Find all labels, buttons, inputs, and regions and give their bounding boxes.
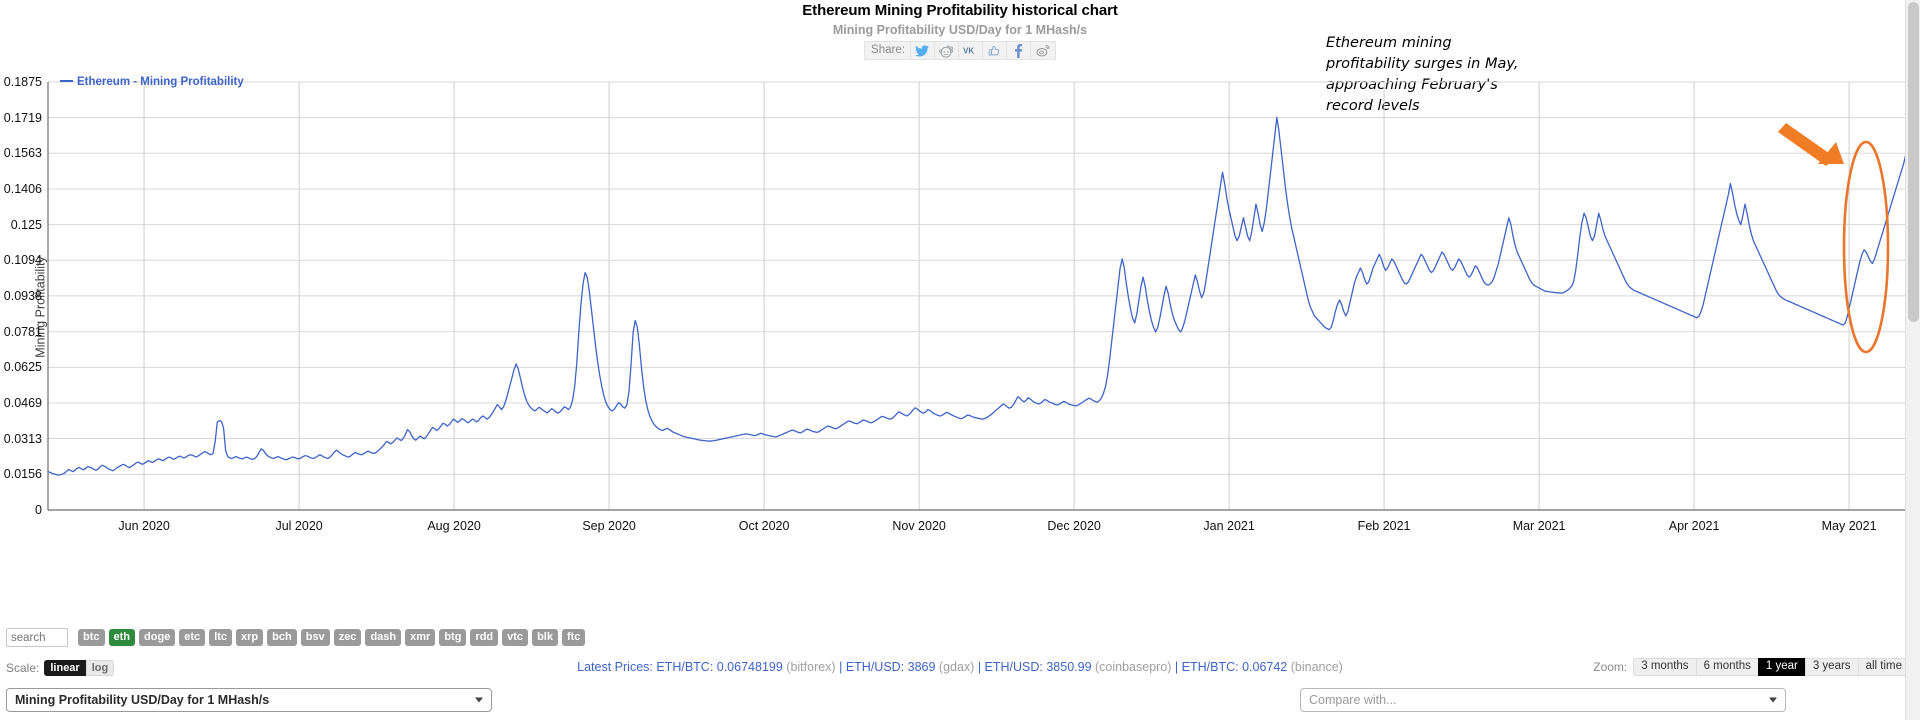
chevron-down-icon xyxy=(475,697,483,703)
chart-canvas xyxy=(47,81,1909,511)
coin-tag-bch[interactable]: bch xyxy=(267,629,297,646)
metric-select[interactable]: Mining Profitability USD/Day for 1 MHash… xyxy=(6,688,492,712)
legend-swatch xyxy=(60,79,73,82)
x-axis-tick: Jan 2021 xyxy=(1203,519,1255,533)
share-bar: Share: VK xyxy=(864,41,1056,60)
x-axis-tick: Sep 2020 xyxy=(582,519,636,533)
x-axis-tick: Jul 2020 xyxy=(275,519,323,533)
x-axis-tick: Aug 2020 xyxy=(427,519,481,533)
x-axis-tick: Feb 2021 xyxy=(1357,519,1411,533)
y-axis-tick: 0.1875 xyxy=(3,75,42,89)
x-axis-tick: Oct 2020 xyxy=(738,519,790,533)
zoom-segmented-control: 3 months 6 months 1 year 3 years all time xyxy=(1633,658,1910,676)
zoom-option-all-time[interactable]: all time xyxy=(1857,658,1910,676)
coin-tag-vtc[interactable]: vtc xyxy=(502,629,529,646)
compare-select-placeholder: Compare with... xyxy=(1309,693,1397,707)
vk-icon[interactable]: VK xyxy=(959,42,983,59)
coin-tag-ftc[interactable]: ftc xyxy=(561,629,586,646)
price-pair: ETH/USD: 3850.99 xyxy=(984,660,1096,674)
coin-tag-btg[interactable]: btg xyxy=(439,629,467,646)
x-axis-tick: Mar 2021 xyxy=(1512,519,1566,533)
x-axis-tick: May 2021 xyxy=(1821,519,1877,533)
y-axis-tick: 0.1563 xyxy=(3,146,42,161)
coin-tag-bsv[interactable]: bsv xyxy=(300,629,330,646)
coin-tag-zec[interactable]: zec xyxy=(333,629,362,646)
y-axis-tick: 0.1406 xyxy=(3,182,42,197)
x-axis-tick: Dec 2020 xyxy=(1047,519,1101,533)
coin-tag-rdd[interactable]: rdd xyxy=(470,629,499,646)
svg-text:VK: VK xyxy=(963,46,974,55)
price-item: ETH/USD: 3850.99 (coinbasepro) xyxy=(985,660,1172,674)
metric-select-value: Mining Profitability USD/Day for 1 MHash… xyxy=(15,693,270,707)
price-pair: ETH/USD: 3869 xyxy=(845,660,939,674)
price-exchange: (gdax) xyxy=(938,660,975,674)
coin-tag-eth[interactable]: eth xyxy=(108,629,135,646)
y-axis-tick: 0 xyxy=(35,503,42,517)
y-axis-tick: 0.1719 xyxy=(3,110,42,125)
y-axis-tick: 0.125 xyxy=(10,217,42,232)
coin-tag-blk[interactable]: blk xyxy=(532,629,558,646)
odnoklassniki-icon[interactable] xyxy=(983,42,1007,59)
chevron-down-icon xyxy=(1769,697,1777,703)
coin-tag-dash[interactable]: dash xyxy=(365,629,402,646)
zoom-option-3-months[interactable]: 3 months xyxy=(1633,658,1696,676)
y-axis-tick: 0.0469 xyxy=(3,395,42,410)
zoom-option-1-year[interactable]: 1 year xyxy=(1757,658,1805,676)
share-label: Share: xyxy=(865,42,911,59)
zoom-option-6-months[interactable]: 6 months xyxy=(1695,658,1758,676)
y-axis-tick: 0.0781 xyxy=(3,324,42,339)
zoom-option-3-years[interactable]: 3 years xyxy=(1804,658,1858,676)
price-pair: ETH/BTC: 0.06742 xyxy=(1181,660,1291,674)
coin-tag-list: btc eth doge etc ltc xrp bch bsv zec dash xmr btg rd… xyxy=(78,629,586,646)
zoom-label: Zoom: xyxy=(1593,660,1628,674)
price-separator: | xyxy=(1171,660,1182,674)
price-separator: | xyxy=(974,660,985,674)
y-axis-tick: 0.0625 xyxy=(3,360,42,375)
zoom-control: Zoom: 3 months 6 months 1 year 3 years all t… xyxy=(1593,658,1910,676)
weibo-icon[interactable] xyxy=(1031,42,1055,59)
legend-label: Ethereum - Mining Profitability xyxy=(77,76,244,88)
price-exchange: (coinbasepro) xyxy=(1095,660,1172,674)
y-axis-tick: 0.1094 xyxy=(3,253,42,268)
price-pair: ETH/BTC: 0.06748199 xyxy=(656,660,787,674)
facebook-icon[interactable] xyxy=(1007,42,1031,59)
page-title: Ethereum Mining Profitability historical… xyxy=(802,2,1118,19)
price-separator: | xyxy=(835,660,846,674)
price-item: ETH/BTC: 0.06742 (binance) xyxy=(1182,660,1343,674)
y-axis-tick: 0.0938 xyxy=(3,288,42,303)
y-axis-tick-labels: 0.1875 0.1719 0.1563 0.1406 0.125 0.1094 0.093… xyxy=(0,70,48,517)
search-input[interactable] xyxy=(6,628,68,647)
price-item: ETH/BTC: 0.06748199 (bitforex) xyxy=(656,660,835,674)
coin-tag-xrp[interactable]: xrp xyxy=(236,629,264,646)
page-scrollbar[interactable] xyxy=(1905,0,1920,720)
coin-tag-btc[interactable]: btc xyxy=(78,629,105,646)
x-axis-tick: Jun 2020 xyxy=(118,519,170,533)
twitter-icon[interactable] xyxy=(911,42,935,59)
scrollbar-thumb[interactable] xyxy=(1908,2,1919,322)
coin-selector-row: btcethdogeetcltcxrpbchbsvzecdashxmrbtgrd… xyxy=(6,628,586,647)
coin-tag-etc[interactable]: etc xyxy=(179,629,206,646)
coin-tag-ltc[interactable]: ltc xyxy=(209,629,233,646)
price-item: ETH/USD: 3869 (gdax) xyxy=(846,660,975,674)
y-axis-tick: 0.0156 xyxy=(3,467,42,482)
reddit-icon[interactable] xyxy=(935,42,959,59)
price-exchange: (binance) xyxy=(1290,660,1343,674)
mining-profitability-chart-page: Ethereum Mining Profitability historical… xyxy=(0,0,1920,720)
chart-plot-area: Mining Profitability 0.1875 0.1719 0.1563 0… xyxy=(0,70,1920,615)
latest-prices-label: Latest Prices: xyxy=(577,660,657,674)
page-subtitle: Mining Profitability USD/Day for 1 MHash… xyxy=(832,23,1088,37)
chart-legend: Ethereum - Mining Profitability xyxy=(60,76,244,88)
x-axis-tick: Nov 2020 xyxy=(892,519,946,533)
x-axis-tick: Apr 2021 xyxy=(1668,519,1720,533)
compare-select[interactable]: Compare with... xyxy=(1300,688,1786,712)
price-exchange: (bitforex) xyxy=(786,660,836,674)
coin-tag-doge[interactable]: doge xyxy=(139,629,176,646)
y-axis-tick: 0.0313 xyxy=(3,431,42,446)
coin-tag-xmr[interactable]: xmr xyxy=(405,629,436,646)
